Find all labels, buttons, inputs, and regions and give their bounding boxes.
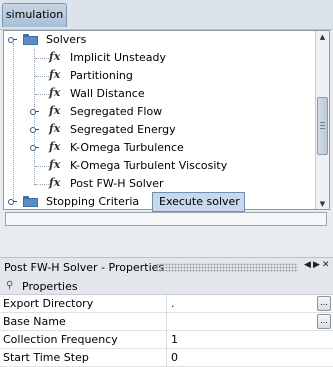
property-name: Base Name — [3, 315, 66, 328]
properties-panel-title-bar: Post FW-H Solver - Properties ◀ ▶ ✕ — [0, 257, 333, 277]
tree-node-segregated-flow[interactable]: fx Segregated Flow — [4, 103, 316, 121]
tree-node-label: Solvers — [46, 33, 87, 46]
tree-node-k-omega-turbulence[interactable]: fx K-Omega Turbulence — [4, 139, 316, 157]
expand-toggle-icon[interactable] — [30, 108, 39, 117]
expand-toggle-icon[interactable] — [8, 36, 17, 45]
properties-header-label: Properties — [22, 280, 78, 293]
tree-node-solvers[interactable]: Solvers — [4, 31, 316, 49]
expand-toggle-icon[interactable] — [30, 144, 39, 153]
tree-node-label: K-Omega Turbulent Viscosity — [70, 159, 228, 172]
tree-node-implicit-unsteady[interactable]: fx Implicit Unsteady — [4, 49, 316, 67]
tree-node-label: Stopping Criteria — [46, 195, 140, 208]
solver-fx-icon: fx — [49, 68, 61, 81]
property-name: Collection Frequency — [3, 333, 118, 346]
pin-icon[interactable]: ⚲ — [6, 280, 13, 291]
scroll-thumb[interactable] — [317, 97, 328, 155]
close-icon[interactable]: ✕ — [322, 260, 330, 270]
drag-handle[interactable] — [156, 263, 298, 272]
simulation-tree-panel: Solvers fx Implicit Unsteady fx Partitio… — [3, 30, 330, 210]
collapse-left-icon[interactable]: ◀ — [304, 260, 311, 270]
folder-icon — [23, 34, 38, 45]
tree-node-label: Wall Distance — [70, 87, 145, 100]
solver-fx-icon: fx — [49, 50, 61, 63]
tab-simulation[interactable]: simulation — [2, 3, 67, 27]
expand-toggle-icon[interactable] — [8, 198, 17, 207]
document-tab-bar: simulation — [0, 0, 333, 30]
tree-node-label: Segregated Energy — [70, 123, 176, 136]
properties-header: ⚲ Properties — [0, 278, 333, 295]
solver-fx-icon: fx — [49, 158, 61, 171]
tree-node-post-fwh-solver[interactable]: fx Post FW-H Solver — [4, 175, 316, 193]
properties-table: ⚲ Properties Export Directory . ... Base… — [0, 278, 333, 367]
property-row-base-name[interactable]: Base Name ... — [0, 313, 333, 331]
solver-fx-icon: fx — [49, 86, 61, 99]
solver-fx-icon: fx — [49, 122, 61, 135]
tree-node-partitioning[interactable]: fx Partitioning — [4, 67, 316, 85]
tree-node-label: Post FW-H Solver — [70, 177, 164, 190]
scroll-up-icon[interactable]: ▲ — [316, 31, 329, 44]
property-value[interactable]: 0 — [171, 351, 178, 364]
property-value[interactable]: 1 — [171, 333, 178, 346]
tree-node-label: Partitioning — [70, 69, 133, 82]
solver-fx-icon: fx — [49, 176, 61, 189]
scroll-down-icon[interactable]: ▼ — [316, 198, 329, 209]
browse-button[interactable]: ... — [317, 314, 331, 329]
tree-node-k-omega-turbulent-viscosity[interactable]: fx K-Omega Turbulent Viscosity — [4, 157, 316, 175]
tree-node-label: K-Omega Turbulence — [70, 141, 184, 154]
property-name: Export Directory — [3, 297, 94, 310]
property-row-collection-frequency[interactable]: Collection Frequency 1 — [0, 331, 333, 349]
property-row-start-time-step[interactable]: Start Time Step 0 — [0, 349, 333, 367]
tree-horizontal-scrollbar[interactable] — [5, 212, 327, 226]
solver-fx-icon: fx — [49, 104, 61, 117]
simulation-tree: Solvers fx Implicit Unsteady fx Partitio… — [4, 31, 316, 209]
property-value[interactable]: . — [171, 297, 175, 310]
tree-node-label: Segregated Flow — [70, 105, 163, 118]
property-row-export-directory[interactable]: Export Directory . ... — [0, 295, 333, 313]
tree-node-label: Implicit Unsteady — [70, 51, 167, 64]
folder-icon — [23, 196, 38, 207]
expand-toggle-icon[interactable] — [30, 126, 39, 135]
property-name: Start Time Step — [3, 351, 89, 364]
collapse-right-icon[interactable]: ▶ — [313, 260, 320, 270]
browse-button[interactable]: ... — [317, 296, 331, 311]
execute-solver-menu-item[interactable]: Execute solver — [152, 192, 245, 212]
tree-node-wall-distance[interactable]: fx Wall Distance — [4, 85, 316, 103]
tree-node-segregated-energy[interactable]: fx Segregated Energy — [4, 121, 316, 139]
tree-vertical-scrollbar[interactable]: ▲ ▼ — [315, 31, 329, 209]
properties-panel-title: Post FW-H Solver - Properties — [4, 261, 165, 274]
solver-fx-icon: fx — [49, 140, 61, 153]
